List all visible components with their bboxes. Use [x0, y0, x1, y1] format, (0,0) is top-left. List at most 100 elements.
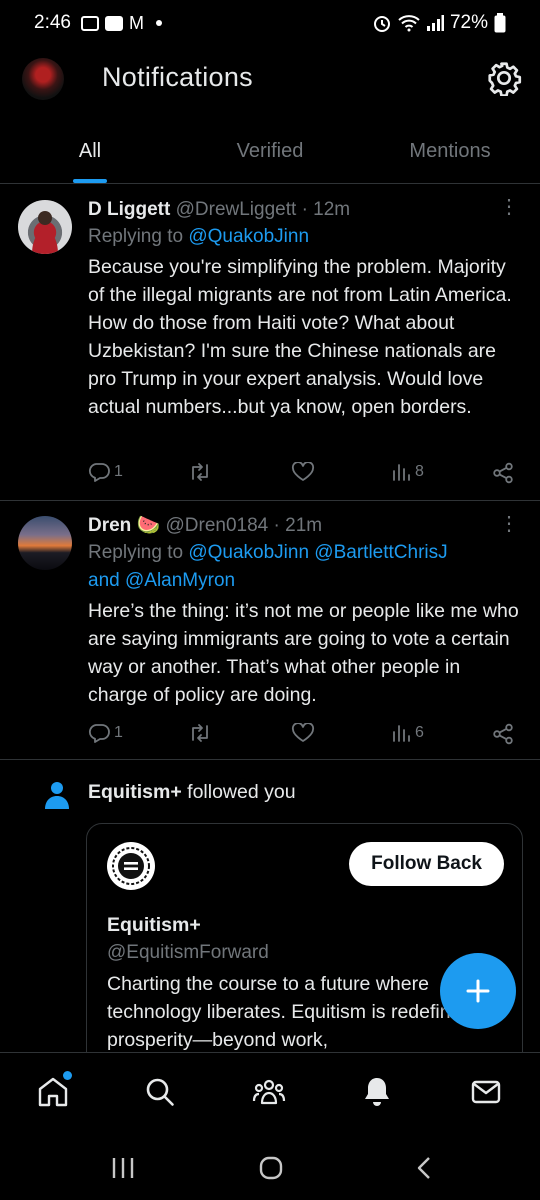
views-icon — [393, 464, 410, 481]
notification-tabs: All Verified Mentions — [0, 118, 540, 184]
tweet-actions: 1 6 — [88, 723, 528, 753]
gmail-notification-icon: M — [128, 12, 144, 33]
active-tab-indicator — [73, 179, 107, 183]
reply-icon — [88, 724, 110, 743]
reply-button[interactable]: 1 — [88, 723, 123, 743]
heart-icon — [291, 462, 315, 481]
share-button[interactable] — [492, 723, 514, 745]
alarm-icon — [373, 16, 390, 32]
youtube-notification-icon — [104, 15, 123, 31]
equitism-logo-icon — [110, 845, 152, 887]
reply-mention-link[interactable]: @QuakobJinn — [188, 226, 309, 247]
recent-apps-icon[interactable] — [108, 1154, 138, 1182]
tab-mentions[interactable]: Mentions — [360, 118, 540, 183]
view-count: 8 — [415, 463, 424, 480]
heart-icon — [291, 723, 315, 742]
tab-verified-label: Verified — [236, 140, 304, 162]
nav-search[interactable] — [143, 1075, 177, 1109]
compose-button[interactable] — [440, 953, 516, 1029]
battery-percent: 72% — [449, 12, 488, 33]
status-bar: 2:46 M 72% — [0, 0, 540, 46]
tweet-card[interactable]: Dren 🍉 @Dren0184 · 21m Replying to @Quak… — [0, 502, 540, 760]
more-options-icon[interactable]: ⋮ — [499, 197, 519, 217]
author-name[interactable]: D Liggett — [88, 199, 170, 220]
status-time: 2:46 — [34, 12, 71, 33]
like-button[interactable] — [291, 723, 315, 743]
views-button[interactable]: 6 — [391, 723, 424, 743]
like-button[interactable] — [291, 462, 315, 482]
retweet-icon — [192, 724, 208, 742]
follower-name[interactable]: Equitism+ — [88, 781, 182, 803]
gallery-notification-icon — [80, 15, 99, 31]
wifi-icon — [398, 15, 420, 32]
more-options-icon[interactable]: ⋮ — [499, 514, 519, 534]
signal-icon — [426, 15, 444, 31]
reply-mention-link[interactable]: @AlanMyron — [125, 570, 235, 591]
tweet-text: Because you're simplifying the problem. … — [88, 256, 512, 418]
nav-home[interactable] — [36, 1071, 72, 1109]
views-button[interactable]: 8 — [391, 462, 424, 482]
reply-count: 1 — [114, 463, 123, 480]
user-photo — [32, 211, 58, 254]
tab-all-label: All — [78, 140, 102, 162]
home-button-icon[interactable] — [256, 1154, 286, 1182]
tab-all[interactable]: All — [0, 118, 180, 183]
home-icon — [38, 1077, 68, 1107]
gear-icon[interactable] — [486, 60, 522, 96]
tweet-actions: 1 8 — [88, 462, 528, 492]
retweet-icon — [192, 463, 208, 481]
card-name[interactable]: Equitism+ — [107, 914, 201, 937]
follower-avatar[interactable] — [107, 842, 155, 890]
reply-and-text: and — [88, 570, 120, 591]
share-button[interactable] — [492, 462, 514, 484]
system-navigation-bar — [0, 1132, 540, 1200]
share-icon — [493, 462, 513, 484]
replying-to: Replying to @QuakobJinn — [88, 223, 522, 251]
more-notifications-dot — [155, 20, 162, 26]
replying-prefix: Replying to — [88, 226, 189, 247]
tweet-card[interactable]: D Liggett @DrewLiggett · 12m Replying to… — [0, 185, 540, 501]
home-notification-dot — [63, 1071, 72, 1080]
communities-icon — [252, 1079, 286, 1105]
reply-mention-link[interactable]: @QuakobJinn @BartlettChrisJ — [188, 542, 447, 563]
reply-count: 1 — [114, 724, 123, 741]
tweet-time: · 21m — [273, 515, 323, 536]
page-title: Notifications — [102, 62, 253, 92]
avatar[interactable] — [18, 200, 72, 254]
tab-mentions-label: Mentions — [409, 140, 491, 162]
nav-notifications[interactable] — [360, 1075, 394, 1109]
person-icon — [45, 782, 69, 809]
share-icon — [493, 723, 513, 745]
mail-icon — [471, 1080, 501, 1104]
nav-messages[interactable] — [469, 1075, 503, 1109]
battery-icon — [494, 13, 506, 33]
reply-button[interactable]: 1 — [88, 462, 123, 482]
card-handle: @EquitismForward — [107, 942, 269, 963]
plus-icon — [466, 979, 490, 1003]
views-icon — [393, 725, 410, 742]
author-name[interactable]: Dren 🍉 — [88, 515, 160, 536]
author-handle[interactable]: @Dren0184 — [166, 515, 269, 536]
follow-notification[interactable]: Equitism+ followed you — [0, 775, 540, 815]
replying-to: Replying to @QuakobJinn @BartlettChrisJ … — [88, 539, 522, 595]
replying-prefix: Replying to — [88, 542, 189, 563]
follow-back-button[interactable]: Follow Back — [349, 842, 504, 886]
follow-action: followed you — [187, 781, 296, 803]
retweet-button[interactable] — [188, 723, 212, 743]
profile-avatar[interactable] — [22, 58, 64, 100]
tweet-text: Here’s the thing: it’s not me or people … — [88, 600, 519, 706]
follower-profile-card[interactable]: Follow Back Equitism+ @EquitismForward C… — [86, 823, 523, 1083]
nav-communities[interactable] — [252, 1075, 286, 1109]
back-icon[interactable] — [410, 1154, 440, 1182]
tweet-time: · 12m — [301, 199, 351, 220]
view-count: 6 — [415, 724, 424, 741]
tab-verified[interactable]: Verified — [180, 118, 360, 183]
author-handle[interactable]: @DrewLiggett — [176, 199, 297, 220]
avatar[interactable] — [18, 516, 72, 570]
bottom-navigation — [0, 1052, 540, 1132]
retweet-button[interactable] — [188, 462, 212, 482]
app-header: Notifications — [0, 46, 540, 112]
follow-text: Equitism+ followed you — [88, 781, 296, 804]
search-icon — [146, 1078, 174, 1106]
reply-icon — [88, 463, 110, 482]
